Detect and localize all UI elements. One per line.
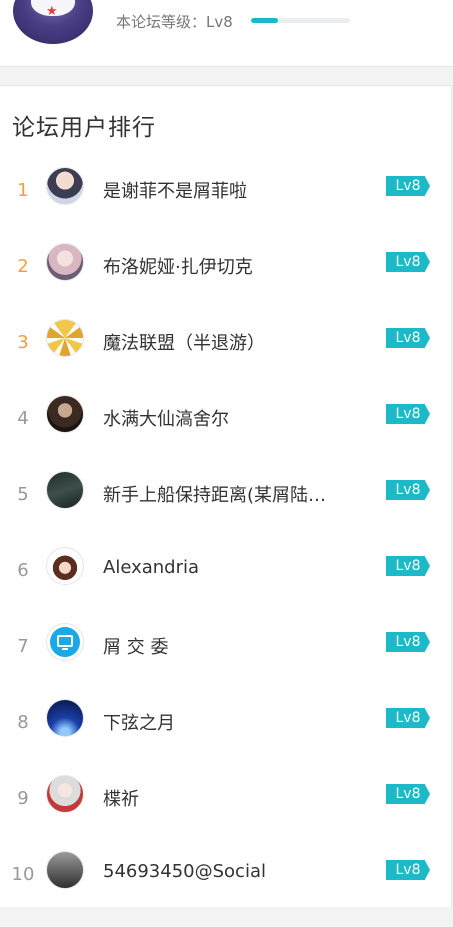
ranking-row[interactable]: 2 布洛妮娅·扎伊切克 Lv8: [0, 243, 451, 319]
ship-avatar-icon[interactable]: [46, 471, 84, 509]
username[interactable]: 魔法联盟（半退游）: [103, 329, 265, 355]
username[interactable]: Alexandria: [103, 557, 199, 578]
ranking-title: 论坛用户排行: [12, 115, 156, 141]
ranking-row[interactable]: 3 魔法联盟（半退游） Lv8: [0, 319, 451, 395]
ranking-row[interactable]: 9 楪祈 Lv8: [0, 775, 451, 851]
level-badge: Lv8: [386, 328, 430, 348]
profile-card: ★ 本论坛等级：Lv8: [0, 0, 453, 67]
rank-number: 10: [11, 864, 35, 885]
level-badge: Lv8: [386, 632, 430, 652]
username[interactable]: 下弦之月: [103, 709, 175, 735]
rank-number: 8: [17, 712, 29, 733]
level-badge: Lv8: [386, 480, 430, 500]
level-badge: Lv8: [386, 556, 430, 576]
monitor-icon: [50, 627, 80, 657]
rank-number: 9: [17, 788, 29, 809]
anime-girl-avatar-icon[interactable]: [46, 243, 84, 281]
anime-girl-avatar-icon[interactable]: [46, 167, 84, 205]
level-badge: Lv8: [386, 708, 430, 728]
username[interactable]: 屑 交 委: [103, 633, 168, 659]
ranking-row[interactable]: 8 下弦之月 Lv8: [0, 699, 451, 775]
rank-number: 7: [17, 636, 29, 657]
portrait-avatar-icon[interactable]: [46, 395, 84, 433]
anime-girl-avatar-icon[interactable]: [46, 775, 84, 813]
rank-number: 2: [17, 256, 29, 277]
username[interactable]: 水满大仙滈舍尔: [103, 405, 229, 431]
ranking-row[interactable]: 7 屑 交 委 Lv8: [0, 623, 451, 699]
user-ranking-card: 论坛用户排行 1 是谢菲不是屑菲啦 Lv8 2 布洛妮娅·扎伊切克 Lv8 3 …: [0, 85, 452, 908]
ranking-row[interactable]: 4 水满大仙滈舍尔 Lv8: [0, 395, 451, 471]
username[interactable]: 新手上船保持距离(某屑陆…: [103, 481, 326, 507]
level-progress-fill: [251, 18, 278, 23]
moon-avatar-icon[interactable]: [46, 699, 84, 737]
star-icon: ★: [46, 4, 58, 19]
ranking-row[interactable]: 10 54693450@Social Lv8: [0, 851, 451, 927]
page-bottom-gap: [0, 907, 453, 914]
ranking-row[interactable]: 5 新手上船保持距离(某屑陆… Lv8: [0, 471, 451, 547]
horse-girl-avatar-icon[interactable]: [46, 547, 84, 585]
level-badge: Lv8: [386, 176, 430, 196]
level-badge: Lv8: [386, 784, 430, 804]
forum-level-label: 本论坛等级：Lv8: [116, 13, 233, 31]
level-badge: Lv8: [386, 404, 430, 424]
level-badge: Lv8: [386, 860, 430, 880]
monitor-avatar-icon[interactable]: [46, 623, 84, 661]
rank-number: 4: [17, 408, 29, 429]
ranking-row[interactable]: 6 Alexandria Lv8: [0, 547, 451, 623]
rank-number: 3: [17, 332, 29, 353]
rank-number: 1: [17, 180, 29, 201]
rank-number: 6: [17, 560, 29, 581]
username[interactable]: 是谢菲不是屑菲啦: [103, 177, 247, 203]
username[interactable]: 布洛妮娅·扎伊切克: [103, 253, 253, 279]
emblem-avatar-icon[interactable]: [46, 319, 84, 357]
level-badge: Lv8: [386, 252, 430, 272]
user-avatar[interactable]: ★: [13, 0, 93, 44]
ranking-row[interactable]: 1 是谢菲不是屑菲啦 Lv8: [0, 167, 451, 243]
rank-number: 5: [17, 484, 29, 505]
username[interactable]: 54693450@Social: [103, 861, 266, 882]
username[interactable]: 楪祈: [103, 785, 139, 811]
city-avatar-icon[interactable]: [46, 851, 84, 889]
level-progress-bar: [251, 18, 350, 23]
